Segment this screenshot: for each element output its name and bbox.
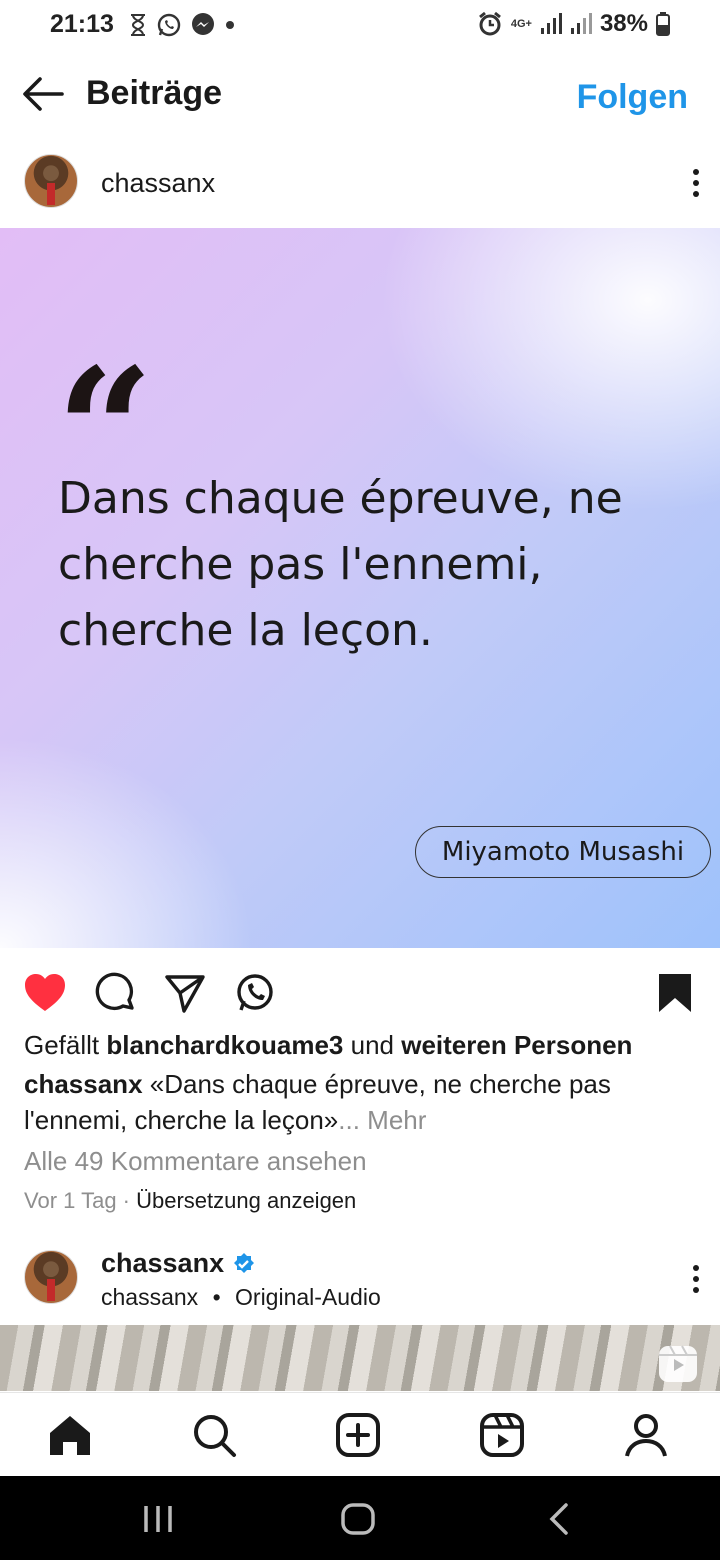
more-options-icon[interactable] (692, 1264, 700, 1294)
post-caption[interactable]: chassanx «Dans chaque épreuve, ne cherch… (24, 1066, 674, 1138)
recent-apps-icon[interactable] (140, 1502, 176, 1536)
status-bar: 21:13 4G+ 38% (0, 0, 720, 52)
hourglass-icon (131, 14, 145, 36)
next-post-username[interactable]: chassanx (101, 1248, 224, 1279)
network-type: 4G+ (510, 18, 532, 30)
next-post-header: chassanx chassanx • Original-Audio (0, 1240, 720, 1320)
signal-icon-2 (570, 13, 592, 34)
more-options-icon[interactable] (692, 168, 700, 198)
home-icon[interactable] (46, 1411, 94, 1459)
liker-username[interactable]: blanchardkouame3 (106, 1030, 343, 1060)
caption-username[interactable]: chassanx (24, 1069, 143, 1099)
likes-line[interactable]: Gefällt blanchardkouame3 und weiteren Pe… (24, 1030, 632, 1061)
heart-icon[interactable] (22, 970, 68, 1016)
avatar[interactable] (24, 1250, 78, 1304)
back-arrow-icon[interactable] (20, 74, 66, 114)
follow-button[interactable]: Folgen (577, 78, 688, 117)
home-button-icon[interactable] (340, 1502, 376, 1536)
other-likers[interactable]: weiteren Personen (401, 1030, 632, 1060)
battery-icon (656, 12, 670, 36)
system-navigation-bar (0, 1476, 720, 1560)
next-post-subline: chassanx • Original-Audio (101, 1284, 381, 1310)
quote-attribution: Miyamoto Musashi (415, 826, 711, 878)
top-header: Beiträge Folgen (0, 60, 720, 132)
avatar[interactable] (24, 154, 78, 208)
search-icon[interactable] (190, 1411, 238, 1459)
messenger-icon (192, 13, 214, 35)
create-post-icon[interactable] (334, 1411, 382, 1459)
next-post-preview[interactable] (0, 1325, 720, 1391)
page-title: Beiträge (86, 74, 223, 112)
post-time: Vor 1 Tag (24, 1188, 117, 1213)
dot-icon (226, 21, 234, 29)
verified-badge-icon (234, 1252, 255, 1273)
alarm-icon (478, 11, 501, 36)
caption-more-link[interactable]: ... Mehr (338, 1105, 426, 1135)
quote-text: Dans chaque épreuve, ne cherche pas l'en… (58, 473, 623, 656)
bookmark-icon[interactable] (652, 970, 698, 1016)
post-author-row: chassanx (0, 146, 720, 218)
post-meta: Vor 1 Tag · Übersetzung anzeigen (24, 1188, 357, 1213)
post-image[interactable]: “ Dans chaque épreuve, ne cherche pas l'… (0, 228, 720, 948)
whatsapp-status-icon (157, 13, 181, 37)
reels-icon[interactable] (478, 1411, 526, 1459)
translate-link[interactable]: Übersetzung anzeigen (136, 1188, 356, 1213)
post-actions (0, 964, 720, 1020)
status-time: 21:13 (50, 10, 114, 38)
share-icon[interactable] (162, 970, 208, 1016)
view-comments-link[interactable]: Alle 49 Kommentare ansehen (24, 1146, 367, 1177)
signal-icon (540, 13, 562, 34)
audio-link[interactable]: Original-Audio (235, 1284, 381, 1310)
battery-level: 38% (599, 10, 648, 37)
comment-icon[interactable] (92, 970, 138, 1016)
whatsapp-share-icon[interactable] (232, 970, 278, 1016)
bottom-navigation (0, 1392, 720, 1476)
back-button-icon[interactable] (542, 1502, 578, 1536)
reels-badge-icon (659, 1345, 697, 1382)
post-username[interactable]: chassanx (101, 168, 215, 199)
profile-icon[interactable] (622, 1411, 670, 1459)
